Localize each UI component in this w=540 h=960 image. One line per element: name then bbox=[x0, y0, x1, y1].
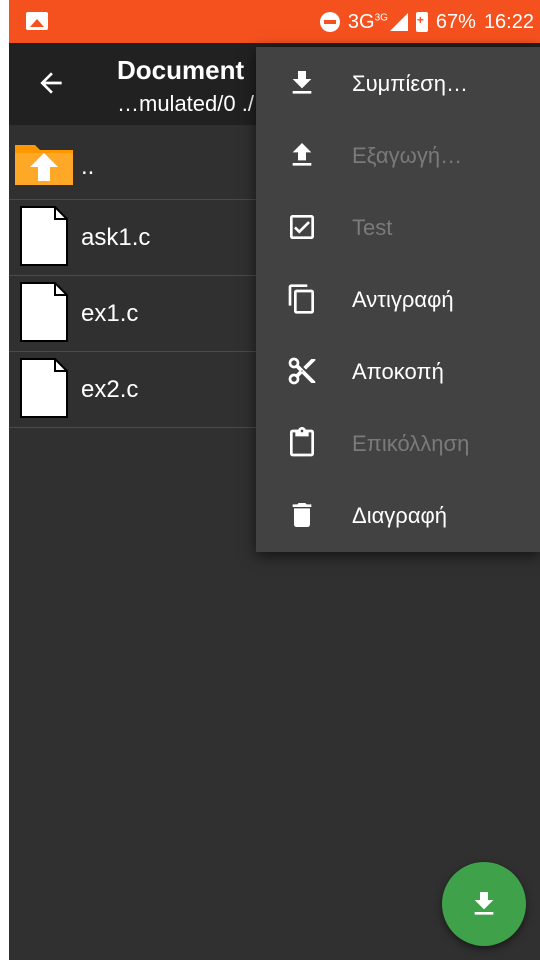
screen: 3G3G 67% 16:22 Document …mulated/0 ./ .. bbox=[9, 0, 540, 960]
do-not-disturb-icon bbox=[319, 12, 340, 32]
list-item-label: ex2.c bbox=[81, 376, 139, 403]
network-type: 3G3G bbox=[347, 10, 388, 33]
overflow-menu: Συμπίεση… Εξαγωγή… Test Αντιγραφή Αποκοπ… bbox=[256, 47, 540, 552]
menu-item-copy[interactable]: Αντιγραφή bbox=[256, 263, 540, 335]
list-item-label: .. bbox=[81, 153, 95, 180]
menu-item-delete[interactable]: Διαγραφή bbox=[256, 479, 540, 551]
download-icon bbox=[292, 71, 312, 94]
battery-charging-icon bbox=[415, 12, 428, 32]
menu-item-compress[interactable]: Συμπίεση… bbox=[256, 47, 540, 119]
list-item-label: ask1.c bbox=[81, 224, 151, 251]
clipboard-icon bbox=[290, 427, 314, 457]
extract-fab-button[interactable] bbox=[442, 862, 526, 946]
back-arrow-icon[interactable] bbox=[35, 67, 67, 99]
upload-icon bbox=[292, 143, 312, 166]
page-title: Document bbox=[117, 55, 245, 85]
clock: 16:22 bbox=[483, 10, 534, 33]
file-icon bbox=[20, 358, 68, 418]
gallery-notification-icon bbox=[26, 12, 48, 30]
battery-percent: 67% bbox=[435, 10, 476, 33]
trash-icon bbox=[292, 503, 312, 527]
download-icon bbox=[474, 892, 494, 915]
scissors-icon bbox=[288, 357, 316, 385]
menu-item-extract[interactable]: Εξαγωγή… bbox=[256, 119, 540, 191]
menu-item-cut[interactable]: Αποκοπή bbox=[256, 335, 540, 407]
menu-item-test[interactable]: Test bbox=[256, 191, 540, 263]
checkbox-icon bbox=[290, 215, 314, 239]
list-item-label: ex1.c bbox=[81, 300, 139, 327]
file-icon bbox=[20, 206, 68, 266]
copy-icon bbox=[288, 284, 314, 314]
signal-icon bbox=[389, 13, 408, 31]
path-subtitle: …mulated/0 ./ bbox=[117, 91, 254, 116]
parent-folder-icon bbox=[15, 145, 73, 185]
file-icon bbox=[20, 282, 68, 342]
status-right: 3G3G 67% 16:22 bbox=[319, 10, 534, 34]
status-bar: 3G3G 67% 16:22 bbox=[9, 0, 540, 43]
menu-item-paste[interactable]: Επικόλληση bbox=[256, 407, 540, 479]
